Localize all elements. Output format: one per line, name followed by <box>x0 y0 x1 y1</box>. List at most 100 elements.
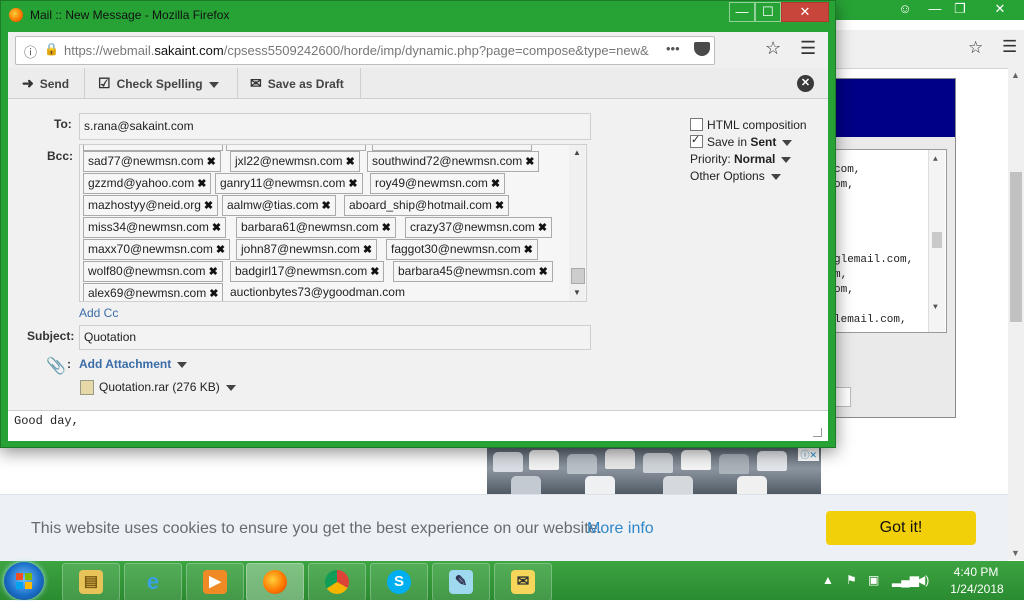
other-options-menu[interactable]: Other Options <box>690 168 807 185</box>
chevron-down-icon[interactable] <box>782 139 793 146</box>
remove-icon[interactable]: ✖ <box>207 156 216 168</box>
scroll-thumb[interactable] <box>571 268 585 284</box>
volume-icon[interactable]: ◀) <box>916 573 929 587</box>
scroll-thumb[interactable] <box>932 232 942 248</box>
device-icon[interactable]: ▣ <box>868 573 879 587</box>
bcc-chip[interactable]: ganry11@newmsn.com ✖ <box>215 173 363 194</box>
remove-icon[interactable]: ✖ <box>539 266 548 278</box>
taskbar-media-player[interactable]: ▶ <box>186 563 244 601</box>
taskbar-explorer[interactable]: ▤ <box>62 563 120 601</box>
background-textarea[interactable]: com, om, glemail.com, m, om, lemail.com,… <box>831 149 947 333</box>
ad-choices-icon[interactable]: ⓘ✕ <box>798 448 819 461</box>
add-attachment-button[interactable]: Add Attachment <box>79 357 188 371</box>
scroll-up-icon[interactable]: ▲ <box>573 148 581 157</box>
remove-icon[interactable]: ✖ <box>197 178 206 190</box>
bcc-chip[interactable]: john87@newmsn.com ✖ <box>236 239 378 260</box>
resize-grip-icon[interactable] <box>813 428 822 437</box>
bookmark-star-icon[interactable]: ☆ <box>765 38 781 59</box>
url-bar[interactable]: ⓘ 🔒 https://webmail.sakaint.com/cpsess55… <box>15 36 715 65</box>
bcc-chip[interactable]: wolf80@newmsn.com ✖ <box>83 261 223 282</box>
remove-icon[interactable]: ✖ <box>525 156 534 168</box>
bcc-chip[interactable]: barbara61@newmsn.com ✖ <box>236 217 396 238</box>
remove-icon[interactable]: ✖ <box>491 178 500 190</box>
remove-icon[interactable]: ✖ <box>209 266 218 278</box>
minimize-button[interactable]: — <box>729 2 755 22</box>
bcc-chip[interactable]: aalmw@tias.com ✖ <box>222 195 336 216</box>
remove-icon[interactable]: ✖ <box>538 222 547 234</box>
priority-value[interactable]: Normal <box>734 152 775 166</box>
advertisement-image[interactable]: ⓘ✕ <box>487 446 821 496</box>
scroll-down-icon[interactable]: ▼ <box>1011 548 1020 558</box>
remove-icon[interactable]: ✖ <box>382 222 391 234</box>
remove-icon[interactable]: ✖ <box>346 156 355 168</box>
taskbar-skype[interactable]: S <box>370 563 428 601</box>
bcc-chip[interactable]: gzzmd@yahoo.com ✖ <box>83 173 212 194</box>
taskbar-chrome[interactable] <box>308 563 366 601</box>
close-window-button[interactable]: ✕ <box>781 2 829 22</box>
show-hidden-icons-icon[interactable]: ▲ <box>822 573 834 587</box>
bcc-chip[interactable]: faggot30@newmsn.com ✖ <box>386 239 538 260</box>
chevron-down-icon[interactable] <box>781 156 792 163</box>
bcc-chip[interactable]: barbara45@newmsn.com ✖ <box>393 261 553 282</box>
remove-icon[interactable]: ✖ <box>204 200 213 212</box>
security-flag-icon[interactable]: ⚑ <box>846 573 857 587</box>
check-spelling-button[interactable]: ☑ Check Spelling <box>98 68 219 98</box>
bcc-typing-text[interactable]: auctionbytes73@ygoodman.com <box>230 285 405 299</box>
bcc-chip[interactable]: alex69@newmsn.com ✖ <box>83 283 224 301</box>
bcc-chip[interactable]: aboard_ship@hotmail.com ✖ <box>344 195 510 216</box>
add-cc-link[interactable]: Add Cc <box>79 306 118 320</box>
menu-icon[interactable]: ☰ <box>1002 37 1017 57</box>
taskbar-ie[interactable]: e <box>124 563 182 601</box>
scroll-down-icon[interactable]: ▼ <box>573 288 581 297</box>
user-icon[interactable]: ☺ <box>890 0 920 18</box>
bcc-chip[interactable]: southwind72@newmsn.com ✖ <box>367 151 540 172</box>
remove-icon[interactable]: ✖ <box>212 222 221 234</box>
clock-date[interactable]: 1/24/2018 <box>942 582 1012 596</box>
bcc-scrollbar[interactable]: ▲ ▼ <box>569 145 585 301</box>
remove-icon[interactable]: ✖ <box>216 244 225 256</box>
bcc-chip[interactable]: mazhostyy@neid.org ✖ <box>83 195 219 216</box>
bcc-chip[interactable]: sad77@newmsn.com ✖ <box>83 151 221 172</box>
close-compose-icon[interactable]: ✕ <box>797 75 814 92</box>
scroll-thumb[interactable] <box>1010 172 1022 322</box>
lock-icon[interactable]: 🔒 <box>44 42 59 56</box>
to-field[interactable]: s.rana@sakaint.com <box>79 113 591 140</box>
bookmark-star-icon[interactable]: ☆ <box>968 38 983 58</box>
bcc-chip[interactable]: crazy37@newmsn.com ✖ <box>405 217 553 238</box>
bcc-chip[interactable]: badgirl17@newmsn.com ✖ <box>230 261 385 282</box>
url-text[interactable]: https://webmail.sakaint.com/cpsess550924… <box>64 43 654 58</box>
remove-icon[interactable]: ✖ <box>209 288 218 300</box>
bcc-field[interactable]: sad77@newmsn.com ✖ jxl22@newmsn.com ✖ sout… <box>79 144 587 302</box>
page-actions-icon[interactable]: ••• <box>666 41 680 56</box>
bcc-chip[interactable]: roy49@newmsn.com ✖ <box>370 173 506 194</box>
html-composition-checkbox[interactable] <box>690 118 703 131</box>
message-body[interactable]: Good day, <box>8 410 828 441</box>
send-button[interactable]: ➜ Send <box>22 68 69 98</box>
save-in-sent-checkbox[interactable] <box>690 132 703 149</box>
taskbar-firefox[interactable] <box>246 563 304 601</box>
restore-icon[interactable]: ❐ <box>945 0 975 18</box>
html-composition-option[interactable]: HTML composition <box>690 117 807 134</box>
scroll-up-icon[interactable]: ▲ <box>1011 70 1020 80</box>
remove-icon[interactable]: ✖ <box>363 244 372 256</box>
chevron-down-icon[interactable] <box>770 173 781 180</box>
bcc-chip[interactable]: miss34@newmsn.com ✖ <box>83 217 227 238</box>
save-folder-value[interactable]: Sent <box>750 135 776 149</box>
remove-icon[interactable]: ✖ <box>495 200 504 212</box>
bcc-chip[interactable]: maxx70@newmsn.com ✖ <box>83 239 231 260</box>
more-info-link[interactable]: More info <box>587 520 654 538</box>
chevron-down-icon[interactable] <box>225 384 236 391</box>
remove-icon[interactable]: ✖ <box>370 266 379 278</box>
scroll-up-icon[interactable]: ▲ <box>933 152 938 167</box>
maximize-button[interactable]: ☐ <box>755 2 781 22</box>
subject-field[interactable]: Quotation <box>79 325 591 350</box>
pocket-icon[interactable] <box>694 42 710 56</box>
menu-icon[interactable]: ☰ <box>800 38 816 59</box>
save-draft-button[interactable]: ✉ Save as Draft <box>250 68 344 98</box>
textarea-scrollbar[interactable]: ▲ ▼ <box>928 150 945 332</box>
close-icon[interactable]: ✕ <box>985 0 1015 18</box>
remove-icon[interactable]: ✖ <box>524 244 533 256</box>
start-button[interactable] <box>4 562 44 600</box>
taskbar-notes[interactable]: ✎ <box>432 563 490 601</box>
scroll-down-icon[interactable]: ▼ <box>933 300 938 315</box>
